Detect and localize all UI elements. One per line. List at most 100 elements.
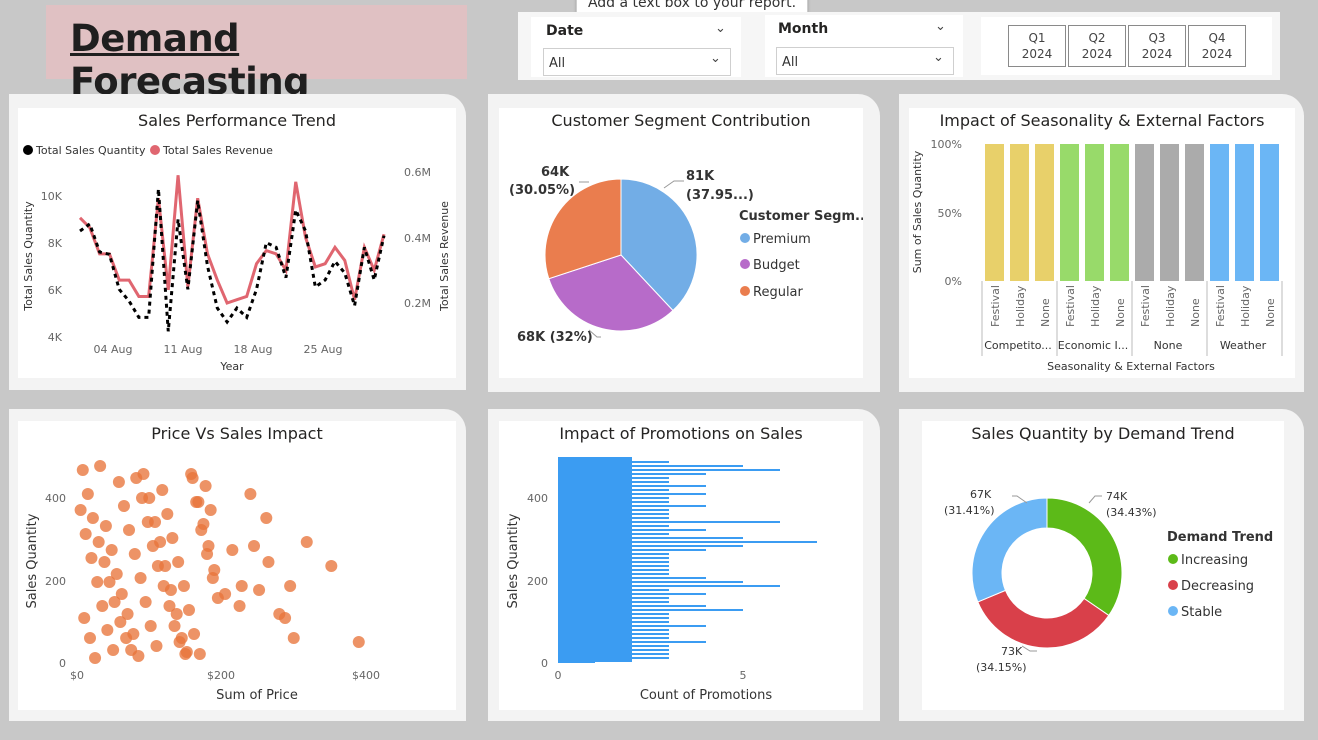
promotion-bar[interactable] bbox=[558, 657, 669, 659]
quarter-button-q2[interactable]: Q2 2024 bbox=[1068, 25, 1126, 67]
scatter-point[interactable] bbox=[175, 632, 188, 644]
promotion-bar[interactable] bbox=[558, 637, 669, 639]
date-dropdown[interactable]: All ⌄ bbox=[543, 48, 731, 76]
scatter-point[interactable] bbox=[132, 650, 145, 662]
promotion-bar[interactable] bbox=[558, 597, 669, 599]
promotion-bar[interactable] bbox=[558, 561, 669, 563]
promotion-bar[interactable] bbox=[558, 605, 706, 607]
promotion-bar[interactable] bbox=[558, 529, 706, 531]
seasonality-bar[interactable] bbox=[1060, 144, 1079, 281]
promotion-bar[interactable] bbox=[558, 609, 743, 611]
scatter-point[interactable] bbox=[170, 608, 183, 620]
seasonality-bar[interactable] bbox=[985, 144, 1004, 281]
scatter-point[interactable] bbox=[123, 524, 136, 536]
promotion-bar[interactable] bbox=[558, 577, 706, 579]
scatter-point[interactable] bbox=[91, 576, 104, 588]
scatter-point[interactable] bbox=[105, 544, 118, 556]
promotion-bar[interactable] bbox=[558, 629, 669, 631]
scatter-point[interactable] bbox=[89, 652, 102, 664]
promotion-bar[interactable] bbox=[558, 633, 669, 635]
promotion-bar[interactable] bbox=[558, 617, 669, 619]
scatter-point[interactable] bbox=[117, 500, 130, 512]
promotion-bar[interactable] bbox=[558, 585, 780, 587]
scatter-point[interactable] bbox=[110, 568, 123, 580]
quarter-button-q3[interactable]: Q3 2024 bbox=[1128, 25, 1186, 67]
scatter-point[interactable] bbox=[79, 528, 92, 540]
scatter-point[interactable] bbox=[208, 564, 221, 576]
scatter-point[interactable] bbox=[177, 580, 190, 592]
scatter-point[interactable] bbox=[94, 460, 107, 472]
month-dropdown[interactable]: All ⌄ bbox=[776, 47, 954, 75]
seasonality-bar[interactable] bbox=[1260, 144, 1279, 281]
promotion-bar[interactable] bbox=[558, 473, 706, 475]
scatter-point[interactable] bbox=[139, 596, 152, 608]
promotion-bar[interactable] bbox=[558, 565, 669, 567]
promotion-bar[interactable] bbox=[558, 625, 706, 627]
scatter-point[interactable] bbox=[202, 540, 215, 552]
scatter-point[interactable] bbox=[244, 488, 257, 500]
promotion-bar[interactable] bbox=[558, 477, 669, 479]
scatter-point[interactable] bbox=[192, 496, 205, 508]
promotion-bar[interactable] bbox=[558, 645, 669, 647]
seasonality-bar[interactable] bbox=[1160, 144, 1179, 281]
seasonality-bar[interactable] bbox=[1085, 144, 1104, 281]
promotion-bar[interactable] bbox=[558, 641, 706, 643]
chevron-down-icon[interactable]: ⌄ bbox=[935, 19, 946, 34]
scatter-point[interactable] bbox=[197, 518, 210, 530]
chevron-down-icon[interactable]: ⌄ bbox=[715, 21, 726, 36]
promotion-bar[interactable] bbox=[558, 613, 669, 615]
scatter-point[interactable] bbox=[233, 600, 246, 612]
promotion-bar[interactable] bbox=[558, 493, 706, 495]
scatter-point[interactable] bbox=[112, 476, 125, 488]
scatter-point[interactable] bbox=[98, 556, 111, 568]
promotion-bar[interactable] bbox=[558, 481, 669, 483]
scatter-point[interactable] bbox=[154, 536, 167, 548]
scatter-point[interactable] bbox=[84, 632, 97, 644]
promotion-bar[interactable] bbox=[558, 497, 669, 499]
scatter-point[interactable] bbox=[248, 540, 261, 552]
promotion-bar[interactable] bbox=[558, 541, 817, 543]
scatter-point[interactable] bbox=[325, 560, 338, 572]
promotion-bar[interactable] bbox=[558, 621, 669, 623]
promotion-bar[interactable] bbox=[558, 557, 669, 559]
promotion-bar[interactable] bbox=[558, 601, 669, 603]
scatter-point[interactable] bbox=[300, 536, 313, 548]
seasonality-bar[interactable] bbox=[1110, 144, 1129, 281]
scatter-point[interactable] bbox=[86, 512, 99, 524]
promotion-bar-base[interactable] bbox=[558, 457, 632, 662]
scatter-point[interactable] bbox=[260, 512, 273, 524]
promotion-bar[interactable] bbox=[558, 593, 706, 595]
scatter-point[interactable] bbox=[193, 648, 206, 660]
promotion-bar[interactable] bbox=[558, 501, 669, 503]
scatter-point[interactable] bbox=[99, 520, 112, 532]
scatter-point[interactable] bbox=[287, 632, 300, 644]
scatter-point[interactable] bbox=[96, 600, 109, 612]
scatter-point[interactable] bbox=[78, 612, 91, 624]
seasonality-bar[interactable] bbox=[1210, 144, 1229, 281]
seasonality-bar[interactable] bbox=[1035, 144, 1054, 281]
promotion-bar[interactable] bbox=[558, 553, 669, 555]
scatter-point[interactable] bbox=[186, 472, 199, 484]
scatter-point[interactable] bbox=[150, 640, 163, 652]
promotion-bar[interactable] bbox=[558, 465, 743, 467]
promotion-bar[interactable] bbox=[558, 569, 669, 571]
scatter-point[interactable] bbox=[115, 588, 128, 600]
scatter-point[interactable] bbox=[172, 556, 185, 568]
scatter-point[interactable] bbox=[188, 628, 201, 640]
scatter-point[interactable] bbox=[253, 584, 266, 596]
scatter-point[interactable] bbox=[352, 636, 365, 648]
scatter-point[interactable] bbox=[149, 516, 162, 528]
scatter-point[interactable] bbox=[164, 584, 177, 596]
scatter-point[interactable] bbox=[76, 464, 89, 476]
promotion-bar[interactable] bbox=[558, 661, 595, 663]
promotion-bar[interactable] bbox=[558, 469, 780, 471]
promotion-bar[interactable] bbox=[558, 589, 669, 591]
scatter-point[interactable] bbox=[137, 468, 150, 480]
seasonality-bar[interactable] bbox=[1235, 144, 1254, 281]
scatter-point[interactable] bbox=[85, 552, 98, 564]
scatter-point[interactable] bbox=[156, 484, 169, 496]
scatter-point[interactable] bbox=[204, 504, 217, 516]
promotion-bar[interactable] bbox=[558, 537, 743, 539]
promotion-bar[interactable] bbox=[558, 509, 669, 511]
scatter-point[interactable] bbox=[182, 604, 195, 616]
